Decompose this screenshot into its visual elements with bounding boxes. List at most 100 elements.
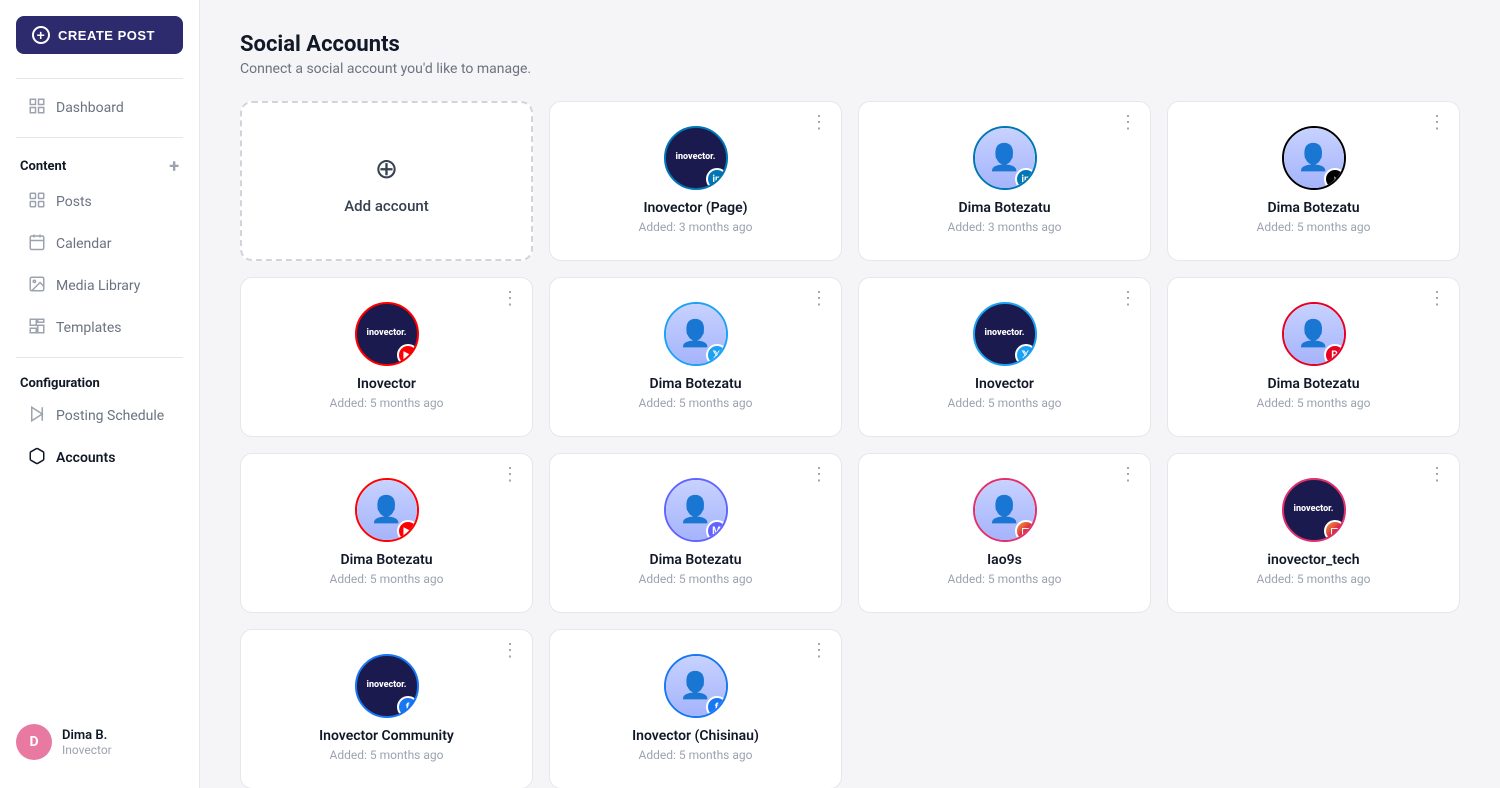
account-menu-button[interactable]: ⋮ — [810, 290, 829, 308]
configuration-section-label: Configuration — [0, 366, 199, 395]
create-post-label: CREATE POST — [58, 28, 155, 43]
account-avatar: inovector.▶ — [355, 302, 419, 366]
account-name: inovector_tech — [1267, 552, 1359, 568]
account-added-date: Added: 5 months ago — [1257, 220, 1371, 234]
calendar-label: Calendar — [56, 236, 112, 252]
sidebar-item-posts[interactable]: Posts — [8, 182, 191, 222]
user-profile[interactable]: D Dima B. Inovector — [0, 712, 199, 772]
sidebar-item-templates[interactable]: Templates — [8, 308, 191, 348]
mastodon-badge: M — [706, 520, 728, 542]
account-name: Dima Botezatu — [340, 552, 432, 568]
account-added-date: Added: 5 months ago — [330, 572, 444, 586]
account-card: ⋮👤PDima BotezatuAdded: 5 months ago — [1167, 277, 1460, 437]
accounts-grid: ⊕ Add account ⋮inovector.inInovector (Pa… — [240, 101, 1460, 788]
twitter-badge: 𝕏 — [1015, 344, 1037, 366]
account-avatar: 👤▶ — [355, 478, 419, 542]
avatar-wrapper: 👤M — [664, 478, 728, 542]
account-menu-button[interactable]: ⋮ — [501, 290, 520, 308]
add-content-icon[interactable]: + — [169, 156, 179, 177]
account-avatar: 👤♪ — [1282, 126, 1346, 190]
account-menu-button[interactable]: ⋮ — [1119, 114, 1138, 132]
account-menu-button[interactable]: ⋮ — [1119, 466, 1138, 484]
account-card: ⋮ 👤▶ Dima Botezatu Added: 5 months ago — [240, 453, 533, 613]
account-card: ⋮ inovector.◻ inovector_tech Added: 5 month… — [1167, 453, 1460, 613]
posting-schedule-icon — [28, 405, 46, 427]
account-name: Dima Botezatu — [649, 552, 741, 568]
avatar-wrapper: inovector.◻ — [1282, 478, 1346, 542]
pinterest-badge: P — [1324, 344, 1346, 366]
account-name: Inovector Community — [319, 728, 454, 744]
templates-icon — [28, 317, 46, 339]
account-card: ⋮ inovector.𝕏 Inovector Added: 5 months ago — [858, 277, 1151, 437]
avatar-wrapper: inovector.f — [355, 654, 419, 718]
account-avatar: 👤f — [664, 654, 728, 718]
account-menu-button[interactable]: ⋮ — [810, 642, 829, 660]
account-avatar: 👤P — [1282, 302, 1346, 366]
account-name: Dima Botezatu — [649, 376, 741, 392]
avatar-wrapper: 👤P — [1282, 302, 1346, 366]
account-card: ⋮inovector.inInovector (Page)Added: 3 mo… — [549, 101, 842, 261]
posts-icon — [28, 191, 46, 213]
media-library-label: Media Library — [56, 278, 140, 294]
account-menu-button[interactable]: ⋮ — [810, 114, 829, 132]
sidebar-item-calendar[interactable]: Calendar — [8, 224, 191, 264]
add-account-icon: ⊕ — [375, 152, 398, 185]
user-name: Dima B. — [62, 728, 112, 743]
account-added-date: Added: 5 months ago — [330, 396, 444, 410]
divider-config — [16, 357, 183, 358]
accounts-label: Accounts — [56, 450, 115, 466]
calendar-icon — [28, 233, 46, 255]
avatar-wrapper: 👤𝕏 — [664, 302, 728, 366]
sidebar-item-dashboard[interactable]: Dashboard — [8, 88, 191, 128]
sidebar-item-posting-schedule[interactable]: Posting Schedule — [8, 396, 191, 436]
account-menu-button[interactable]: ⋮ — [810, 466, 829, 484]
account-added-date: Added: 5 months ago — [948, 572, 1062, 586]
account-menu-button[interactable]: ⋮ — [501, 466, 520, 484]
divider-content — [16, 137, 183, 138]
facebook-badge: f — [397, 696, 419, 718]
sidebar-item-accounts[interactable]: Accounts — [8, 438, 191, 478]
account-avatar: inovector.f — [355, 654, 419, 718]
avatar-wrapper: inovector.in — [664, 126, 728, 190]
account-added-date: Added: 5 months ago — [948, 396, 1062, 410]
sidebar-item-media-library[interactable]: Media Library — [8, 266, 191, 306]
divider-top — [16, 78, 183, 79]
account-name: Iao9s — [987, 552, 1022, 568]
user-info: Dima B. Inovector — [62, 728, 112, 757]
instagram-badge: ◻ — [1324, 520, 1346, 542]
user-org: Inovector — [62, 743, 112, 757]
account-avatar: inovector.𝕏 — [973, 302, 1037, 366]
account-added-date: Added: 5 months ago — [639, 748, 753, 762]
account-menu-button[interactable]: ⋮ — [1428, 114, 1447, 132]
account-added-date: Added: 3 months ago — [639, 220, 753, 234]
avatar-wrapper: 👤◻ — [973, 478, 1037, 542]
account-avatar: inovector.in — [664, 126, 728, 190]
account-menu-button[interactable]: ⋮ — [1428, 466, 1447, 484]
posts-label: Posts — [56, 194, 92, 210]
avatar-wrapper: inovector.▶ — [355, 302, 419, 366]
plus-circle-icon: + — [32, 26, 50, 44]
page-subtitle: Connect a social account you'd like to m… — [240, 61, 1460, 77]
dashboard-label: Dashboard — [56, 100, 124, 116]
instagram-badge: ◻ — [1015, 520, 1037, 542]
content-section-label: Content + — [0, 146, 199, 181]
account-card: ⋮inovector.fInovector CommunityAdded: 5 … — [240, 629, 533, 788]
sidebar: + CREATE POST Dashboard Content + Posts … — [0, 0, 200, 788]
account-menu-button[interactable]: ⋮ — [1428, 290, 1447, 308]
account-menu-button[interactable]: ⋮ — [501, 642, 520, 660]
facebook-badge: f — [706, 696, 728, 718]
account-card: ⋮👤fInovector (Chisinau)Added: 5 months a… — [549, 629, 842, 788]
account-added-date: Added: 3 months ago — [948, 220, 1062, 234]
create-post-button[interactable]: + CREATE POST — [16, 16, 183, 54]
account-avatar: 👤M — [664, 478, 728, 542]
avatar-wrapper: 👤▶ — [355, 478, 419, 542]
account-added-date: Added: 5 months ago — [1257, 572, 1371, 586]
account-name: Inovector — [975, 376, 1034, 392]
add-account-card[interactable]: ⊕ Add account — [240, 101, 533, 261]
avatar-wrapper: 👤in — [973, 126, 1037, 190]
account-card: ⋮ 👤𝕏 Dima Botezatu Added: 5 months ago — [549, 277, 842, 437]
posting-schedule-label: Posting Schedule — [56, 408, 164, 424]
youtube-badge: ▶ — [397, 520, 419, 542]
account-menu-button[interactable]: ⋮ — [1119, 290, 1138, 308]
account-added-date: Added: 5 months ago — [639, 396, 753, 410]
